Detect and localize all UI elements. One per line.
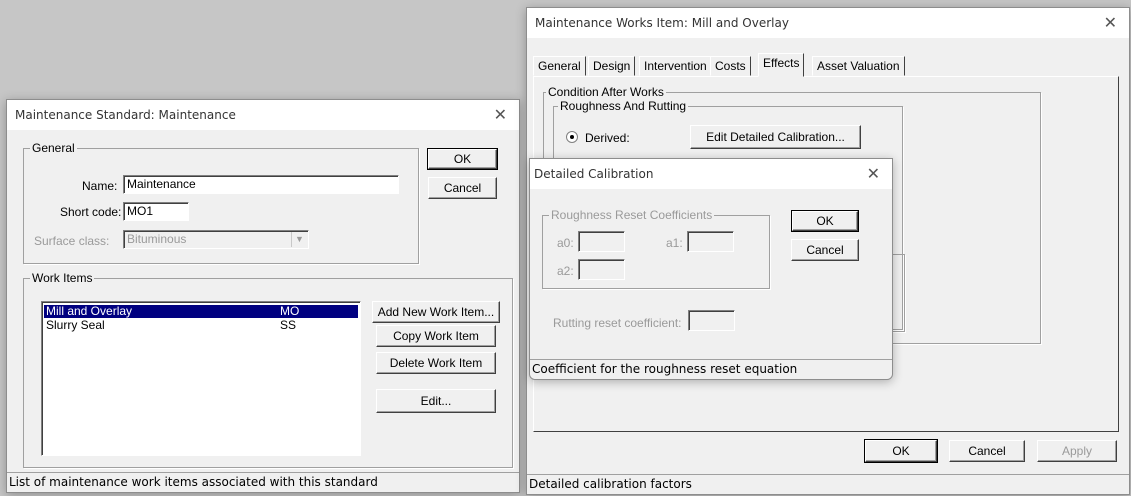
window-title: Maintenance Works Item: Mill and Overlay	[535, 16, 789, 30]
add-new-work-item-button[interactable]: Add New Work Item...	[372, 301, 500, 323]
chevron-down-icon[interactable]: ▼	[291, 232, 307, 247]
a2-label: a2:	[557, 264, 574, 278]
maintenance-standard-titlebar[interactable]: Maintenance Standard: Maintenance ✕	[7, 100, 519, 130]
list-item[interactable]: Mill and Overlay MO	[44, 305, 358, 318]
calibration-titlebar[interactable]: Detailed Calibration ✕	[530, 159, 892, 189]
tab-general[interactable]: General	[533, 56, 586, 76]
tab-intervention[interactable]: Intervention	[639, 56, 712, 76]
list-item[interactable]: Slurry Seal SS	[44, 319, 358, 332]
a1-label: a1:	[666, 236, 683, 250]
cancel-button[interactable]: Cancel	[428, 177, 497, 199]
status-bar: Detailed calibration factors	[527, 474, 1129, 494]
reset-legend: Roughness Reset Coefficients	[549, 208, 715, 222]
apply-button[interactable]: Apply	[1037, 440, 1117, 462]
tab-asset-valuation[interactable]: Asset Valuation	[812, 56, 905, 76]
ok-button[interactable]: OK	[791, 210, 859, 232]
rutting-field[interactable]	[688, 310, 735, 331]
tab-effects[interactable]: Effects	[758, 53, 805, 77]
surface-class-value: Bituminous	[127, 232, 187, 246]
condition-legend: Condition After Works	[546, 85, 666, 99]
short-code-field[interactable]: MO1	[123, 202, 189, 221]
copy-work-item-button[interactable]: Copy Work Item	[376, 325, 496, 347]
cancel-button[interactable]: Cancel	[949, 440, 1025, 462]
edit-detailed-calibration-button[interactable]: Edit Detailed Calibration...	[690, 125, 861, 149]
work-item-name: Mill and Overlay	[46, 304, 133, 318]
tab-design[interactable]: Design	[588, 56, 636, 76]
a2-field[interactable]	[578, 259, 625, 280]
work-item-code: SS	[280, 318, 297, 332]
close-icon[interactable]: ✕	[1104, 13, 1117, 32]
window-title: Maintenance Standard: Maintenance	[15, 108, 236, 122]
tab-costs[interactable]: Costs	[710, 56, 751, 76]
delete-work-item-button[interactable]: Delete Work Item	[376, 352, 496, 374]
status-bar: Coefficient for the roughness reset equa…	[530, 359, 892, 379]
radio-selected-icon[interactable]	[566, 131, 578, 143]
general-legend: General	[30, 141, 77, 155]
cancel-button[interactable]: Cancel	[791, 239, 859, 261]
ok-button[interactable]: OK	[864, 439, 938, 463]
detailed-calibration-dialog: Detailed Calibration ✕ Roughness Reset C…	[529, 158, 893, 380]
a1-field[interactable]	[687, 231, 734, 252]
surface-class-label: Surface class:	[34, 234, 110, 248]
surface-class-select[interactable]: Bituminous ▼	[123, 230, 309, 249]
ok-button[interactable]: OK	[427, 148, 498, 170]
a0-label: a0:	[557, 236, 574, 250]
dialog-title: Detailed Calibration	[534, 167, 654, 181]
edit-button[interactable]: Edit...	[376, 389, 496, 413]
work-item-code: MO	[280, 304, 300, 318]
work-items-legend: Work Items	[30, 271, 95, 285]
derived-label: Derived:	[585, 131, 630, 145]
name-label: Name:	[82, 179, 118, 193]
roughness-reset-group: Roughness Reset Coefficients	[542, 208, 770, 289]
work-items-list[interactable]: Mill and Overlay MO Slurry Seal SS	[41, 301, 361, 456]
short-code-label: Short code:	[60, 205, 122, 219]
status-bar: List of maintenance work items associate…	[7, 472, 519, 492]
maintenance-standard-window: Maintenance Standard: Maintenance ✕ Gene…	[6, 99, 520, 493]
work-item-name: Slurry Seal	[46, 318, 105, 332]
rutting-label: Rutting reset coefficient:	[553, 316, 682, 330]
roughness-legend: Roughness And Rutting	[558, 99, 689, 113]
a0-field[interactable]	[578, 231, 625, 252]
works-item-titlebar[interactable]: Maintenance Works Item: Mill and Overlay…	[527, 8, 1129, 38]
close-icon[interactable]: ✕	[494, 105, 507, 124]
name-field[interactable]: Maintenance	[123, 175, 399, 194]
close-icon[interactable]: ✕	[867, 164, 880, 183]
